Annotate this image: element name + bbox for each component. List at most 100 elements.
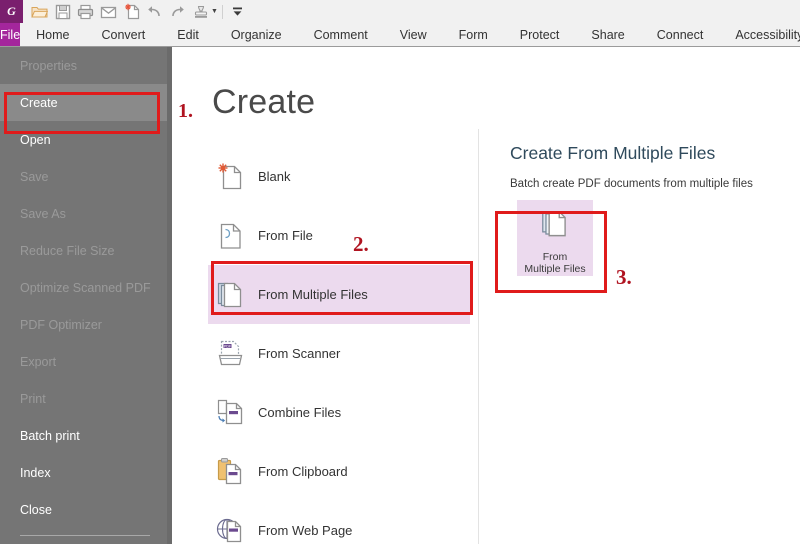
annotation-number-1: 1. xyxy=(178,100,193,122)
sidebar-item-label: Reduce File Size xyxy=(20,243,115,258)
app-logo-letter: G xyxy=(7,4,16,18)
sidebar-item-batch-print[interactable]: Batch print xyxy=(0,417,172,454)
undo-icon[interactable] xyxy=(144,1,165,22)
sidebar-item-optimize-scanned-pdf[interactable]: Optimize Scanned PDF xyxy=(0,269,172,306)
new-document-icon[interactable] xyxy=(121,1,142,22)
sidebar-item-label: Create xyxy=(20,95,58,110)
sidebar-item-label: Save As xyxy=(20,206,66,221)
tab-view-label: View xyxy=(399,27,427,42)
create-option-label: From File xyxy=(258,228,313,243)
stamp-dropdown-chevron-down-icon[interactable]: ▼ xyxy=(211,8,218,15)
sidebar-item-label: PDF Optimizer xyxy=(20,317,102,332)
tab-connect[interactable]: Connect xyxy=(641,23,720,46)
right-panel-tile[interactable]: From Multiple Files xyxy=(517,200,593,276)
blank-page-icon xyxy=(214,160,248,194)
from-multiple-files-icon xyxy=(539,208,571,247)
sidebar-item-print[interactable]: Print xyxy=(0,380,172,417)
tab-convert[interactable]: Convert xyxy=(86,23,162,46)
customize-toolbar-icon[interactable] xyxy=(227,1,248,22)
sidebar-item-save[interactable]: Save xyxy=(0,158,172,195)
create-options-list: Blank From File From Multiple Files PDF … xyxy=(208,147,470,544)
create-option-from-scanner[interactable]: PDF From Scanner xyxy=(208,324,470,383)
create-option-label: From Web Page xyxy=(258,523,353,538)
toolbar-divider xyxy=(221,4,223,19)
tab-edit-label: Edit xyxy=(177,27,199,42)
right-panel-tile-label: From Multiple Files xyxy=(524,251,585,275)
tab-file-label: File xyxy=(0,27,21,42)
app-logo-icon[interactable]: G xyxy=(0,0,23,23)
sidebar-item-label: Close xyxy=(20,502,52,517)
quick-access-toolbar: G ▼ xyxy=(0,0,800,23)
create-option-combine-files[interactable]: Combine Files xyxy=(208,383,470,442)
sidebar-item-properties[interactable]: Properties xyxy=(0,47,172,84)
create-option-label: From Scanner xyxy=(258,346,341,361)
ribbon-tab-bar: File Home Convert Edit Organize Comment … xyxy=(0,23,800,47)
create-option-from-clipboard[interactable]: From Clipboard xyxy=(208,442,470,501)
tab-file[interactable]: File xyxy=(0,23,21,46)
tab-comment[interactable]: Comment xyxy=(298,23,384,46)
create-option-from-web-page[interactable]: From Web Page xyxy=(208,501,470,544)
backstage-sidebar: Properties Create Open Save Save As Redu… xyxy=(0,47,172,544)
sidebar-item-label: Print xyxy=(20,391,46,406)
application-window: G ▼ File Home Convert Edit Organize Comm… xyxy=(0,0,800,544)
sidebar-item-open[interactable]: Open xyxy=(0,121,172,158)
tab-protect-label: Protect xyxy=(519,27,560,42)
svg-text:PDF: PDF xyxy=(224,344,231,348)
tab-convert-label: Convert xyxy=(101,27,146,42)
save-icon[interactable] xyxy=(52,1,73,22)
right-panel-title: Create From Multiple Files xyxy=(510,143,716,163)
create-option-from-multiple-files[interactable]: From Multiple Files xyxy=(208,265,470,324)
tab-protect[interactable]: Protect xyxy=(504,23,576,46)
tab-connect-label: Connect xyxy=(656,27,704,42)
tab-accessibility[interactable]: Accessibility xyxy=(719,23,800,46)
right-panel-subtitle: Batch create PDF documents from multiple… xyxy=(510,178,753,190)
sidebar-item-label: Save xyxy=(20,169,49,184)
tab-accessibility-label: Accessibility xyxy=(735,27,800,42)
sidebar-item-label: Properties xyxy=(20,58,77,73)
stamp-icon[interactable] xyxy=(190,1,211,22)
tab-home-label: Home xyxy=(36,27,70,42)
tab-share[interactable]: Share xyxy=(575,23,640,46)
page-title: Create xyxy=(212,83,316,121)
email-icon[interactable] xyxy=(98,1,119,22)
sidebar-item-label: Export xyxy=(20,354,57,369)
tab-form-label: Form xyxy=(458,27,488,42)
sidebar-item-label: Batch print xyxy=(20,428,80,443)
open-icon[interactable] xyxy=(29,1,50,22)
sidebar-item-close[interactable]: Close xyxy=(0,491,172,528)
tile-label-line1: From xyxy=(542,251,568,263)
sidebar-item-label: Index xyxy=(20,465,51,480)
sidebar-item-pdf-optimizer[interactable]: PDF Optimizer xyxy=(0,306,172,343)
create-option-label: Blank xyxy=(258,169,291,184)
backstage-content: Create Blank From File From Multiple Fil… xyxy=(172,47,800,544)
tab-comment-label: Comment xyxy=(313,27,368,42)
redo-icon[interactable] xyxy=(167,1,188,22)
from-clipboard-icon xyxy=(214,455,248,489)
tab-edit[interactable]: Edit xyxy=(161,23,215,46)
sidebar-item-create[interactable]: Create xyxy=(0,84,172,121)
create-option-label: From Clipboard xyxy=(258,464,348,479)
sidebar-item-label: Open xyxy=(20,132,51,147)
tab-organize[interactable]: Organize xyxy=(215,23,298,46)
from-web-page-icon xyxy=(214,514,248,544)
sidebar-item-save-as[interactable]: Save As xyxy=(0,195,172,232)
tab-home[interactable]: Home xyxy=(20,23,85,46)
create-option-label: From Multiple Files xyxy=(258,287,368,302)
sidebar-divider xyxy=(20,535,150,536)
quick-access-buttons: ▼ xyxy=(29,1,248,22)
from-file-icon xyxy=(214,219,248,253)
tab-view[interactable]: View xyxy=(384,23,443,46)
create-option-label: Combine Files xyxy=(258,405,342,420)
column-divider xyxy=(478,129,479,544)
sidebar-item-index[interactable]: Index xyxy=(0,454,172,491)
from-multiple-files-icon xyxy=(214,278,248,312)
create-option-from-file[interactable]: From File xyxy=(208,206,470,265)
tab-form[interactable]: Form xyxy=(443,23,504,46)
sidebar-item-reduce-file-size[interactable]: Reduce File Size xyxy=(0,232,172,269)
sidebar-item-export[interactable]: Export xyxy=(0,343,172,380)
combine-files-icon xyxy=(214,396,248,430)
print-icon[interactable] xyxy=(75,1,96,22)
from-scanner-icon: PDF xyxy=(214,337,248,371)
create-option-blank[interactable]: Blank xyxy=(208,147,470,206)
right-detail-panel: Create From Multiple Files Batch create … xyxy=(508,143,798,276)
